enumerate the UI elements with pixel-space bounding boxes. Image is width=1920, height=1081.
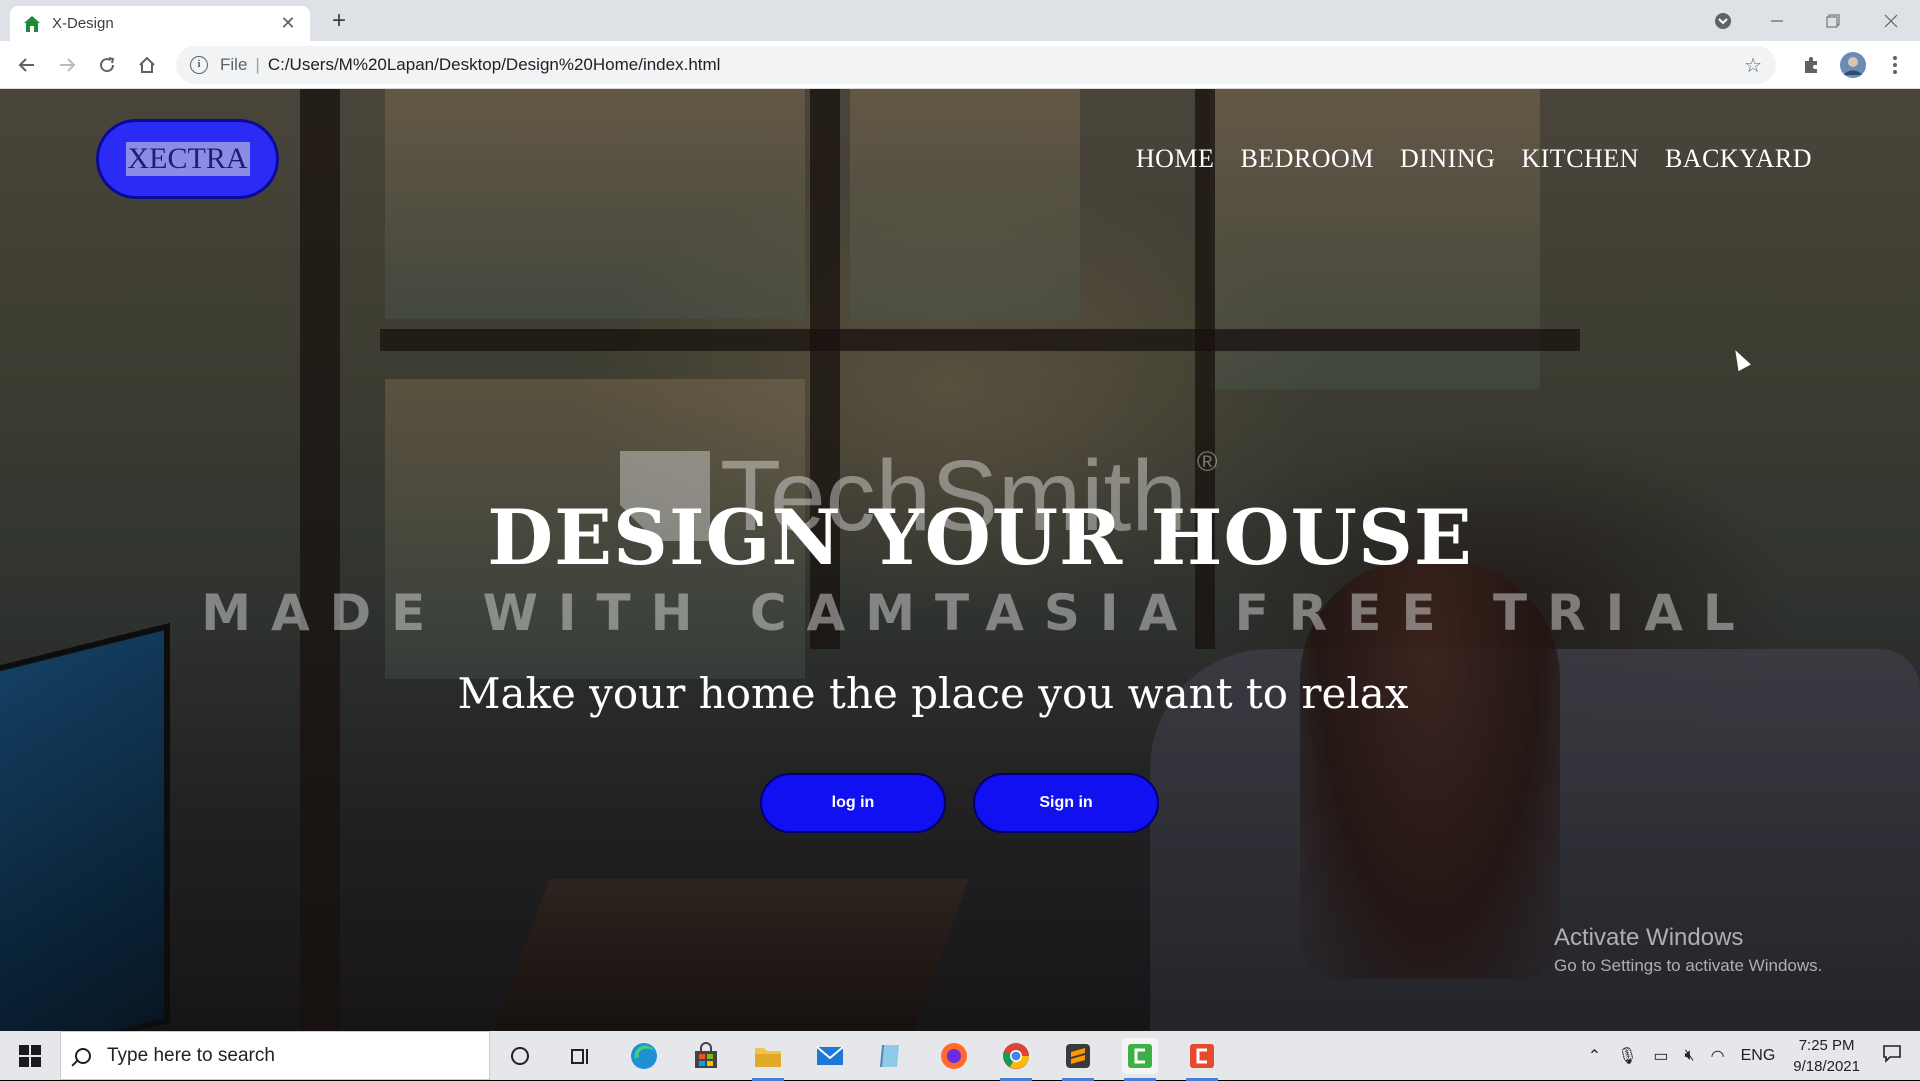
address-separator: | xyxy=(255,55,260,74)
firefox-icon[interactable] xyxy=(936,1038,972,1074)
logo-text: XECTRA xyxy=(125,142,250,176)
login-button[interactable]: log in xyxy=(760,773,946,833)
store-icon[interactable] xyxy=(688,1038,724,1074)
nav-link-bedroom[interactable]: BEDROOM xyxy=(1240,144,1374,174)
battery-icon[interactable]: ▭ xyxy=(1653,1046,1668,1066)
close-window-icon[interactable] xyxy=(1868,0,1914,41)
windows-logo-icon xyxy=(19,1044,41,1067)
speaker-muted-icon[interactable]: 🔇︎ xyxy=(1685,1047,1695,1065)
tab-title: X-Design xyxy=(52,15,114,32)
watermark-line: MADE WITH CAMTASIA FREE TRIAL xyxy=(201,584,1755,642)
reload-icon[interactable] xyxy=(92,50,122,80)
notification-center-icon[interactable] xyxy=(1882,1043,1902,1068)
hero-subtitle: Make your home the place you want to rel… xyxy=(457,669,1409,718)
main-nav: HOME BEDROOM DINING KITCHEN BACKYARD xyxy=(1136,144,1812,174)
house-favicon-icon xyxy=(22,14,42,34)
nav-link-backyard[interactable]: BACKYARD xyxy=(1665,144,1812,174)
signin-button[interactable]: Sign in xyxy=(973,773,1159,833)
home-icon[interactable] xyxy=(132,50,162,80)
clock-time: 7:25 PM xyxy=(1798,1036,1855,1054)
site-logo[interactable]: XECTRA xyxy=(96,119,279,199)
nav-link-kitchen[interactable]: KITCHEN xyxy=(1521,144,1639,174)
hero-title: DESIGN YOUR HOUSE xyxy=(487,493,1473,582)
chevron-up-icon[interactable]: ⌃ xyxy=(1588,1046,1601,1066)
menu-kebab-icon[interactable] xyxy=(1880,50,1910,80)
bookmark-star-icon[interactable]: ☆ xyxy=(1744,53,1762,78)
page-viewport: XECTRA HOME BEDROOM DINING KITCHEN BACKY… xyxy=(0,89,1920,1031)
minimize-icon[interactable] xyxy=(1754,0,1800,41)
address-url[interactable]: C:/Users/M%20Lapan/Desktop/Design%20Home… xyxy=(268,55,721,75)
system-tray: ⌃ 🎙︎ ▭ 🔇︎ ◠ ENG 7:25 PM 9/18/2021 xyxy=(1580,1031,1920,1080)
nav-link-home[interactable]: HOME xyxy=(1136,144,1215,174)
task-view-icon[interactable] xyxy=(562,1038,598,1074)
profile-avatar[interactable] xyxy=(1838,50,1868,80)
activate-title: Activate Windows xyxy=(1554,924,1744,951)
browser-tab-bar: X-Design ✕ + xyxy=(0,0,1920,41)
address-bar[interactable]: i File | C:/Users/M%20Lapan/Desktop/Desi… xyxy=(176,46,1776,84)
microphone-icon[interactable]: 🎙︎ xyxy=(1617,1046,1637,1066)
back-arrow-icon[interactable] xyxy=(12,50,42,80)
edge-icon[interactable] xyxy=(626,1038,662,1074)
extensions-puzzle-icon[interactable] xyxy=(1796,50,1826,80)
mail-icon[interactable] xyxy=(812,1038,848,1074)
nav-link-dining[interactable]: DINING xyxy=(1400,144,1495,174)
chrome-icon[interactable] xyxy=(998,1038,1034,1081)
search-icon xyxy=(75,1047,91,1064)
new-tab-button[interactable]: + xyxy=(325,7,353,35)
activate-subtitle: Go to Settings to activate Windows. xyxy=(1554,956,1823,975)
camtasia-green-icon[interactable] xyxy=(1122,1038,1158,1081)
camtasia-recorder-icon[interactable] xyxy=(1184,1038,1220,1081)
address-scheme: File xyxy=(220,55,248,74)
forward-arrow-icon[interactable] xyxy=(52,50,82,80)
start-button[interactable] xyxy=(0,1031,60,1080)
search-placeholder: Type here to search xyxy=(107,1044,275,1066)
watermark-registered: ® xyxy=(1196,446,1218,477)
language-indicator[interactable]: ENG xyxy=(1741,1047,1776,1065)
profile-dropdown-icon[interactable] xyxy=(1700,0,1746,41)
sublime-text-icon[interactable] xyxy=(1060,1038,1096,1081)
taskbar-search[interactable]: Type here to search xyxy=(60,1031,490,1080)
notepad-icon[interactable] xyxy=(872,1038,908,1074)
clock-date: 9/18/2021 xyxy=(1793,1057,1860,1075)
clock[interactable]: 7:25 PM 9/18/2021 xyxy=(1793,1035,1860,1077)
activate-windows-notice: Activate Windows Go to Settings to activ… xyxy=(1554,924,1822,976)
browser-tab[interactable]: X-Design ✕ xyxy=(10,6,310,41)
info-icon[interactable]: i xyxy=(190,56,208,74)
restore-icon[interactable] xyxy=(1810,0,1856,41)
file-explorer-icon[interactable] xyxy=(750,1038,786,1081)
tab-close-icon[interactable]: ✕ xyxy=(278,13,298,34)
windows-taskbar: Type here to search ⌃ 🎙︎ ▭ 🔇︎ ◠ ENG 7:25… xyxy=(0,1031,1920,1081)
browser-toolbar: i File | C:/Users/M%20Lapan/Desktop/Desi… xyxy=(0,41,1920,89)
wifi-icon[interactable]: ◠ xyxy=(1711,1046,1725,1066)
cortana-icon[interactable] xyxy=(502,1038,538,1074)
